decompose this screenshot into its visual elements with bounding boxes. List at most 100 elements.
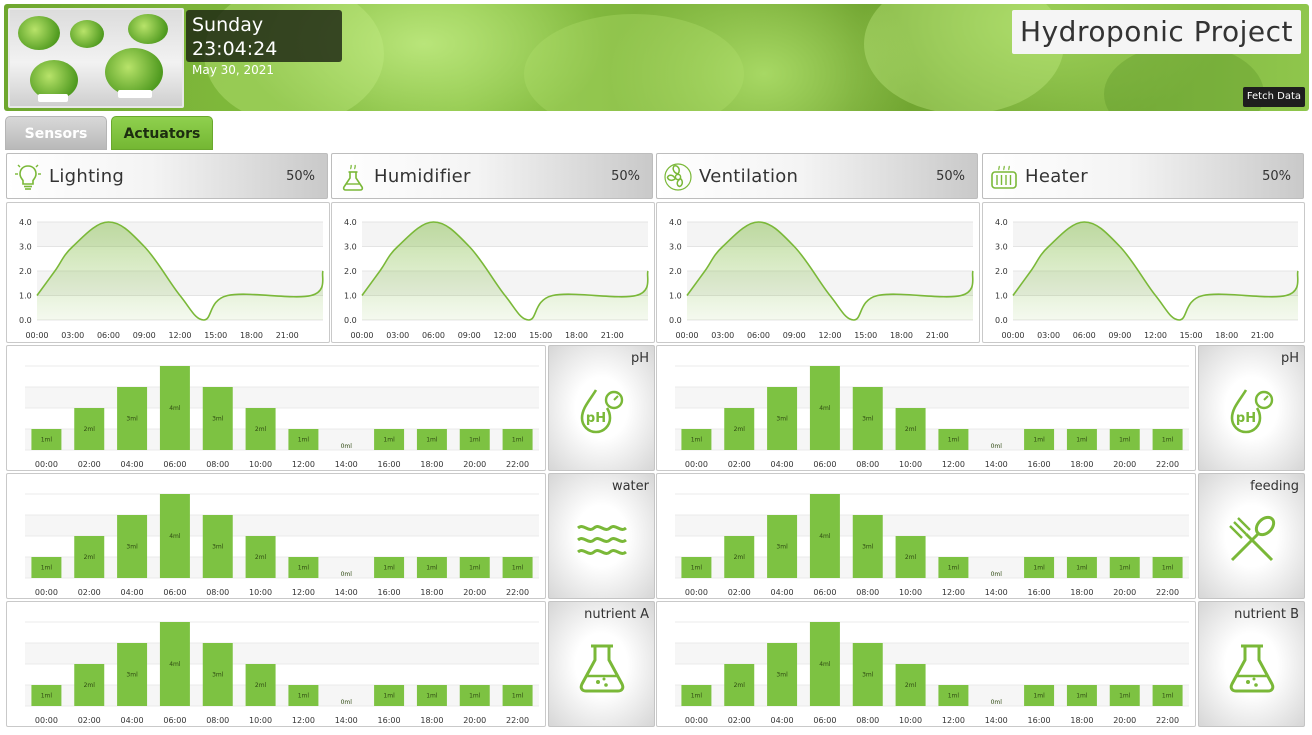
tab-actuators[interactable]: Actuators [111,116,213,150]
x-tick-label: 06:00 [163,716,186,725]
x-tick-label: 09:00 [1108,331,1131,340]
ph-drop-icon: pH [1230,389,1273,434]
actuator-value: 50% [286,169,315,184]
bar-value-label: 1ml [41,437,53,444]
x-tick-label: 00:00 [675,331,698,340]
x-tick-label: 14:00 [985,588,1008,597]
x-tick-label: 08:00 [206,460,229,469]
clock-date: May 30, 2021 [192,63,275,77]
bar-value-label: 2ml [905,426,917,433]
water-waves-icon [576,525,627,555]
sensor-card-feeding[interactable]: feeding [1198,473,1305,599]
x-tick-label: 02:00 [728,716,751,725]
y-tick-label: 1.0 [995,292,1008,301]
sensor-label: water [611,479,649,494]
bar-value-label: 1ml [512,565,524,572]
area-chart: 0.0 1.0 2.0 3.0 4.0 00:00 03:00 06:00 09:00 12:00… [344,218,649,340]
x-tick-label: 04:00 [771,716,794,725]
x-tick-label: 00:00 [685,716,708,725]
feeding-bar-chart-panel: 1ml 00:00 2ml 02:00 3ml 04:00 4ml 06:00 3ml 08:00… [656,473,1196,599]
sensor-card-ph[interactable]: pH pH [548,345,655,471]
bar-chart: 1ml 00:00 2ml 02:00 3ml 04:00 4ml 06:00 3ml 08:00… [25,493,539,597]
x-tick-label: 06:00 [813,460,836,469]
x-tick-label: 09:00 [458,331,481,340]
bar-value-label: 1ml [298,437,310,444]
tab-sensors[interactable]: Sensors [5,116,107,150]
ph-bar-chart-panel: 1ml 00:00 2ml 02:00 3ml 04:00 4ml 06:00 3ml 08:00… [6,345,546,471]
svg-text:pH: pH [585,411,605,426]
bar-value-label: 1ml [1033,437,1045,444]
x-tick-label: 06:00 [163,460,186,469]
actuator-header-humidifier[interactable]: Humidifier 50% [331,153,653,199]
actuator-header-lighting[interactable]: Lighting 50% [6,153,328,199]
bar-value-label: 1ml [1033,693,1045,700]
x-tick-label: 12:00 [292,588,315,597]
x-tick-label: 04:00 [121,460,144,469]
sensor-card-water[interactable]: water [548,473,655,599]
x-tick-label: 16:00 [1028,588,1051,597]
x-tick-label: 20:00 [463,716,486,725]
x-tick-label: 06:00 [747,331,770,340]
actuator-name: Heater [1025,166,1088,187]
bar-value-label: 1ml [469,565,481,572]
heater-chart-panel: 0.0 1.0 2.0 3.0 4.0 00:00 03:00 06:00 09:00 12:00… [982,202,1305,343]
sensor-card-ph[interactable]: pH pH [1198,345,1305,471]
nutrient-b-bar-chart-panel: 1ml 00:00 2ml 02:00 3ml 04:00 4ml 06:00 3ml 08:00… [656,601,1196,727]
x-tick-label: 03:00 [1037,331,1060,340]
actuator-header-ventilation[interactable]: Ventilation 50% [656,153,978,199]
bar-value-label: 1ml [426,693,438,700]
x-tick-label: 21:00 [276,331,299,340]
sensor-card-nutrient-a[interactable]: nutrient A [548,601,655,727]
fetch-data-button[interactable]: Fetch Data [1242,87,1305,107]
x-tick-label: 08:00 [206,588,229,597]
x-tick-label: 21:00 [1251,331,1274,340]
sensor-label: feeding [1250,479,1299,494]
bar-value-label: 3ml [862,672,874,679]
y-tick-label: 0.0 [19,316,32,325]
heater-icon [991,165,1017,189]
bar-value-label: 1ml [1162,565,1174,572]
x-tick-label: 16:00 [378,588,401,597]
x-tick-label: 00:00 [685,588,708,597]
x-tick-label: 10:00 [249,460,272,469]
flask-steam-icon [342,164,364,191]
x-tick-label: 12:00 [942,716,965,725]
grid-band [675,643,1189,664]
x-tick-label: 10:00 [899,460,922,469]
bar-value-label: 2ml [905,682,917,689]
actuator-header-heater[interactable]: Heater 50% [982,153,1304,199]
x-tick-label: 00:00 [685,460,708,469]
actuator-value: 50% [936,169,965,184]
actuator-name: Ventilation [699,166,799,187]
bar-value-label: 4ml [169,533,181,540]
app-title: Hydroponic Project [1012,10,1301,54]
sensor-card-nutrient-b[interactable]: nutrient B [1198,601,1305,727]
bar-chart: 1ml 00:00 2ml 02:00 3ml 04:00 4ml 06:00 3ml 08:00… [25,365,539,469]
bar-chart: 1ml 00:00 2ml 02:00 3ml 04:00 4ml 06:00 3ml 08:00… [25,621,539,725]
x-tick-label: 08:00 [856,716,879,725]
water-bar-chart-panel: 1ml 00:00 2ml 02:00 3ml 04:00 4ml 06:00 3ml 08:00… [6,473,546,599]
x-tick-label: 14:00 [335,588,358,597]
x-tick-label: 15:00 [854,331,877,340]
x-tick-label: 18:00 [1070,588,1093,597]
fan-icon [664,163,692,191]
sensor-label: nutrient A [584,607,649,622]
bar-value-label: 0ml [341,443,353,450]
banner-leaf-decor [1104,44,1264,111]
bar-value-label: 1ml [1033,565,1045,572]
bar-value-label: 2ml [255,426,267,433]
y-tick-label: 1.0 [19,292,32,301]
x-tick-label: 14:00 [335,460,358,469]
x-tick-label: 06:00 [97,331,120,340]
x-tick-label: 22:00 [1156,588,1179,597]
grid-band [25,643,539,664]
y-tick-label: 3.0 [995,243,1008,252]
sensor-label: pH [1280,351,1299,366]
bar-value-label: 0ml [341,699,353,706]
x-tick-label: 16:00 [1028,716,1051,725]
y-tick-label: 1.0 [669,292,682,301]
bar-value-label: 1ml [691,693,703,700]
x-tick-label: 18:00 [1070,716,1093,725]
x-tick-label: 02:00 [78,588,101,597]
x-tick-label: 20:00 [1113,460,1136,469]
